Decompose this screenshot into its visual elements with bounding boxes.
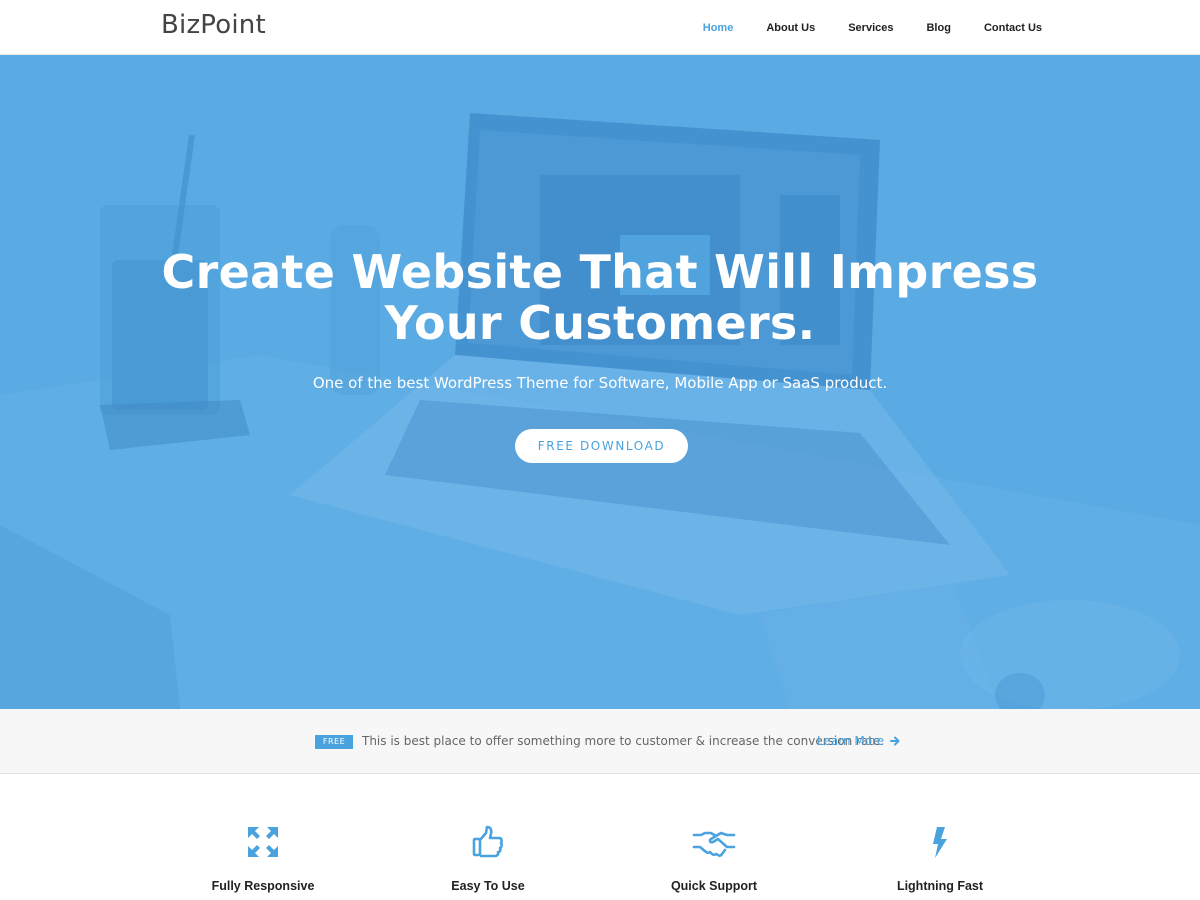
hero-title: Create Website That Will Impress Your Cu… [0,247,1200,349]
nav-item-home[interactable]: Home [703,22,734,34]
site-logo[interactable]: BizPoint [161,10,266,40]
features-section: Fully Responsive Easy To Use Quick Suppo… [0,775,1200,900]
free-badge: FREE [315,735,353,749]
feature-label: Quick Support [670,879,758,893]
nav-item-about-us[interactable]: About Us [766,22,815,34]
arrow-right-icon [890,734,900,748]
site-header: BizPoint Home About Us Services Blog Con… [0,0,1200,55]
learn-more-label: Learn More [817,734,885,748]
hero-title-line-2: Your Customers. [384,296,816,350]
feature-label: Easy To Use [451,879,525,893]
hero-section: Create Website That Will Impress Your Cu… [0,55,1200,709]
thumbs-up-icon [472,825,503,858]
hero-title-line-1: Create Website That Will Impress [161,245,1039,299]
feature-label: Fully Responsive [211,879,315,893]
learn-more-link[interactable]: Learn More [817,734,900,748]
hero-subtitle: One of the best WordPress Theme for Soft… [312,374,888,392]
expand-arrows-icon [248,827,278,857]
handshake-icon [692,831,736,857]
offer-bar: FREE This is best place to offer somethi… [0,709,1200,774]
nav-item-services[interactable]: Services [848,22,893,34]
free-download-button[interactable]: FREE DOWNLOAD [515,429,688,463]
nav-item-contact-us[interactable]: Contact Us [984,22,1042,34]
lightning-bolt-icon [933,827,947,858]
feature-label: Lightning Fast [896,879,984,893]
main-nav: Home About Us Services Blog Contact Us [670,0,1042,55]
offer-text: This is best place to offer something mo… [362,734,885,748]
nav-item-blog[interactable]: Blog [926,22,950,34]
